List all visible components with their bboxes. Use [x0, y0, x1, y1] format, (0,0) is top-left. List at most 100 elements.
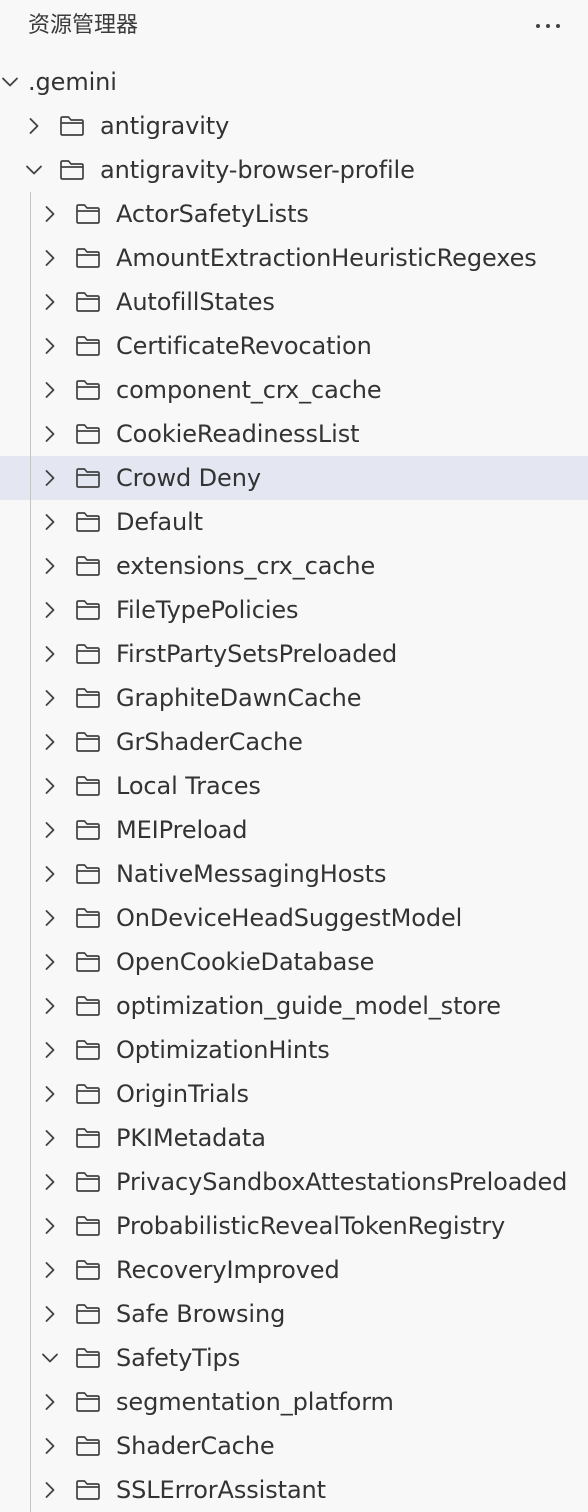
tree-item-label: Crowd Deny [116, 464, 261, 492]
tree-item-safetytips[interactable]: SafetyTips [0, 1336, 588, 1380]
chevron-right-icon[interactable] [40, 908, 60, 928]
tree-item-label: OriginTrials [116, 1080, 249, 1108]
chevron-right-icon[interactable] [40, 1392, 60, 1412]
chevron-right-icon[interactable] [24, 116, 44, 136]
tree-item-autofillstates[interactable]: AutofillStates [0, 280, 588, 324]
tree-item-gemini[interactable]: .gemini [0, 60, 588, 104]
tree-item-label: Safe Browsing [116, 1300, 286, 1328]
tree-item-privacysandboxattestationspreloaded[interactable]: PrivacySandboxAttestationsPreloaded [0, 1160, 588, 1204]
tree-item-label: optimization_guide_model_store [116, 992, 501, 1020]
explorer-panel: 资源管理器 .gemini antigravity antigravity-brow… [0, 0, 588, 1512]
tree-item-extensions-crx-cache[interactable]: extensions_crx_cache [0, 544, 588, 588]
tree-item-label: component_crx_cache [116, 376, 382, 404]
chevron-right-icon[interactable] [40, 1436, 60, 1456]
tree-item-label: Local Traces [116, 772, 261, 800]
folder-icon [76, 1084, 100, 1104]
chevron-right-icon[interactable] [40, 1128, 60, 1148]
chevron-right-icon[interactable] [40, 248, 60, 268]
tree-item-sslerrorassistant[interactable]: SSLErrorAssistant [0, 1468, 588, 1512]
folder-icon [76, 776, 100, 796]
tree-item-certificaterevocation[interactable]: CertificateRevocation [0, 324, 588, 368]
tree-item-segmentation-platform[interactable]: segmentation_platform [0, 1380, 588, 1424]
chevron-right-icon[interactable] [40, 1260, 60, 1280]
chevron-right-icon[interactable] [40, 864, 60, 884]
folder-icon [76, 512, 100, 532]
tree-item-probabilisticrevealtokenregistry[interactable]: ProbabilisticRevealTokenRegistry [0, 1204, 588, 1248]
chevron-right-icon[interactable] [40, 776, 60, 796]
chevron-right-icon[interactable] [40, 380, 60, 400]
chevron-right-icon[interactable] [40, 1304, 60, 1324]
folder-icon [60, 160, 84, 180]
tree-item-label: RecoveryImproved [116, 1256, 340, 1284]
tree-item-label: PrivacySandboxAttestationsPreloaded [116, 1168, 568, 1196]
ellipsis-icon [536, 24, 560, 28]
chevron-right-icon[interactable] [40, 204, 60, 224]
chevron-right-icon[interactable] [40, 1172, 60, 1192]
chevron-right-icon[interactable] [40, 600, 60, 620]
chevron-down-icon[interactable] [24, 160, 44, 180]
tree-item-antigravity-browser-profile[interactable]: antigravity-browser-profile [0, 148, 588, 192]
tree-item-optimizationhints[interactable]: OptimizationHints [0, 1028, 588, 1072]
tree-item-local-traces[interactable]: Local Traces [0, 764, 588, 808]
tree-item-label: NativeMessagingHosts [116, 860, 387, 888]
tree-item-optimization-guide-model-store[interactable]: optimization_guide_model_store [0, 984, 588, 1028]
tree-item-label: FirstPartySetsPreloaded [116, 640, 398, 668]
tree-item-ondeviceheadsuggestmodel[interactable]: OnDeviceHeadSuggestModel [0, 896, 588, 940]
tree-item-antigravity[interactable]: antigravity [0, 104, 588, 148]
tree-item-grshadercache[interactable]: GrShaderCache [0, 720, 588, 764]
folder-icon [76, 908, 100, 928]
folder-icon [76, 292, 100, 312]
tree-item-label: AutofillStates [116, 288, 275, 316]
folder-icon [76, 864, 100, 884]
chevron-right-icon[interactable] [40, 1216, 60, 1236]
tree-item-filetypepolicies[interactable]: FileTypePolicies [0, 588, 588, 632]
tree-item-label: CertificateRevocation [116, 332, 372, 360]
chevron-right-icon[interactable] [40, 1040, 60, 1060]
chevron-right-icon[interactable] [40, 644, 60, 664]
chevron-down-icon[interactable] [40, 1348, 60, 1368]
chevron-right-icon[interactable] [40, 336, 60, 356]
tree-item-origintrials[interactable]: OriginTrials [0, 1072, 588, 1116]
tree-item-actorsafetylists[interactable]: ActorSafetyLists [0, 192, 588, 236]
chevron-right-icon[interactable] [40, 996, 60, 1016]
chevron-right-icon[interactable] [40, 424, 60, 444]
folder-icon [76, 336, 100, 356]
chevron-right-icon[interactable] [40, 556, 60, 576]
tree-item-opencookiedatabase[interactable]: OpenCookieDatabase [0, 940, 588, 984]
tree-item-label: SSLErrorAssistant [116, 1476, 326, 1504]
tree-item-recoveryimproved[interactable]: RecoveryImproved [0, 1248, 588, 1292]
tree-item-crowd-deny[interactable]: Crowd Deny [0, 456, 588, 500]
tree-item-default[interactable]: Default [0, 500, 588, 544]
tree-item-meipreload[interactable]: MEIPreload [0, 808, 588, 852]
tree-item-label: CookieReadinessList [116, 420, 360, 448]
chevron-right-icon[interactable] [40, 820, 60, 840]
more-actions-button[interactable] [530, 12, 566, 40]
chevron-right-icon[interactable] [40, 952, 60, 972]
folder-icon [76, 996, 100, 1016]
tree-item-safe-browsing[interactable]: Safe Browsing [0, 1292, 588, 1336]
folder-icon [76, 732, 100, 752]
folder-icon [76, 688, 100, 708]
chevron-right-icon[interactable] [40, 468, 60, 488]
folder-icon [76, 952, 100, 972]
tree-item-component-crx-cache[interactable]: component_crx_cache [0, 368, 588, 412]
chevron-right-icon[interactable] [40, 1084, 60, 1104]
tree-item-amountextractionheuristicregexes[interactable]: AmountExtractionHeuristicRegexes [0, 236, 588, 280]
tree-item-graphitedawncache[interactable]: GraphiteDawnCache [0, 676, 588, 720]
chevron-right-icon[interactable] [40, 1480, 60, 1500]
tree-item-shadercache[interactable]: ShaderCache [0, 1424, 588, 1468]
tree-item-firstpartysetspreloaded[interactable]: FirstPartySetsPreloaded [0, 632, 588, 676]
tree-item-cookiereadinesslist[interactable]: CookieReadinessList [0, 412, 588, 456]
chevron-right-icon[interactable] [40, 732, 60, 752]
folder-icon [76, 1436, 100, 1456]
chevron-right-icon[interactable] [40, 512, 60, 532]
tree-item-nativemessaginghosts[interactable]: NativeMessagingHosts [0, 852, 588, 896]
tree-item-label: GraphiteDawnCache [116, 684, 362, 712]
tree-item-pkimetadata[interactable]: PKIMetadata [0, 1116, 588, 1160]
chevron-right-icon[interactable] [40, 688, 60, 708]
tree-item-label: extensions_crx_cache [116, 552, 376, 580]
tree-item-label: antigravity-browser-profile [100, 156, 415, 184]
file-tree: .gemini antigravity antigravity-browser-pr… [0, 60, 588, 1512]
chevron-down-icon[interactable] [0, 72, 20, 92]
chevron-right-icon[interactable] [40, 292, 60, 312]
